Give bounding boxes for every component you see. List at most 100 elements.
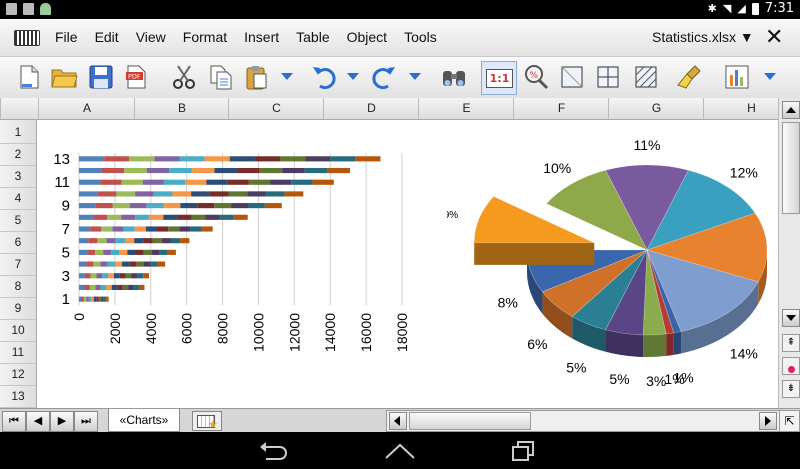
bar-segment	[219, 214, 234, 220]
browse-mode-icon[interactable]	[782, 357, 800, 375]
add-sheet-icon[interactable]: ★	[192, 411, 222, 431]
menu-edit[interactable]: Edit	[95, 29, 119, 45]
pie-data-label: 8%	[498, 295, 518, 311]
column-header-e[interactable]: E	[418, 98, 514, 119]
bar-segment	[129, 156, 155, 162]
scroll-thumb[interactable]	[782, 122, 800, 214]
paste-dropdown-icon[interactable]	[281, 73, 293, 80]
menu-insert[interactable]: Insert	[244, 29, 279, 45]
stacked-bar-chart[interactable]: 0 2000 4000 6000 8000 10000 12000 14000 16000 180…	[42, 145, 422, 375]
spreadsheet-area[interactable]: 0 2000 4000 6000 8000 10000 12000 14000 16000 180…	[37, 120, 787, 408]
row-header-11[interactable]: 11	[0, 341, 36, 364]
back-icon[interactable]	[258, 441, 290, 461]
bar-segment	[355, 156, 381, 162]
pie-chart[interactable]: 11%12%13%14%1%1%3%5%5%6%8%9%10%	[447, 135, 787, 390]
bar-segment	[149, 214, 164, 220]
border-grid-icon[interactable]	[594, 63, 622, 91]
bar-segment	[100, 179, 122, 185]
column-header-c[interactable]: C	[228, 98, 324, 119]
bar-segment	[145, 226, 157, 232]
bar-segment	[91, 296, 94, 302]
freeze-pane-icon[interactable]: ⇱	[779, 410, 800, 432]
horizontal-scroll-thumb[interactable]	[409, 412, 531, 430]
row-header-6[interactable]: 6	[0, 231, 36, 254]
menu-tools[interactable]: Tools	[404, 29, 437, 45]
row-header-1[interactable]: 1	[0, 121, 36, 144]
horizontal-scrollbar[interactable]	[386, 410, 780, 432]
first-sheet-button[interactable]: ⏮	[2, 411, 26, 432]
new-doc-icon[interactable]	[15, 63, 43, 91]
signal-icon: ◢	[737, 2, 746, 15]
last-sheet-button[interactable]: ⏭	[74, 411, 98, 432]
bar-segment	[143, 249, 152, 255]
x-tick-label: 6000	[179, 313, 195, 344]
undo-icon[interactable]	[310, 63, 338, 91]
bar-segment	[229, 156, 255, 162]
bar-segment	[136, 261, 144, 267]
bar-segment	[84, 273, 91, 279]
scroll-down-button[interactable]	[782, 309, 800, 327]
open-folder-icon[interactable]	[50, 63, 78, 91]
scroll-right-button[interactable]	[759, 412, 777, 430]
bar-segment	[214, 203, 232, 209]
vertical-scrollbar[interactable]: ⇞ ⇟	[778, 98, 800, 408]
fill-pattern-icon[interactable]	[632, 63, 660, 91]
menu-table[interactable]: Table	[296, 29, 329, 45]
row-header-2[interactable]: 2	[0, 143, 36, 166]
row-header-8[interactable]: 8	[0, 275, 36, 298]
bar-segment	[79, 261, 87, 267]
bar-segment	[95, 203, 113, 209]
row-header-10[interactable]: 10	[0, 319, 36, 342]
pie-data-label: 11%	[634, 137, 661, 153]
bar-segment	[106, 284, 112, 291]
prev-sheet-button[interactable]: ◀	[26, 411, 50, 432]
row-header-5[interactable]: 5	[0, 209, 36, 232]
row-header-7[interactable]: 7	[0, 253, 36, 276]
zoom-percent-icon[interactable]: %	[522, 63, 550, 91]
zoom-1-1-button[interactable]: 1:1	[481, 61, 517, 95]
menu-file[interactable]: File	[55, 29, 78, 45]
sheet-tab-charts[interactable]: «Charts»	[108, 409, 180, 432]
menu-object[interactable]: Object	[347, 29, 387, 45]
border-outer-icon[interactable]	[558, 63, 586, 91]
bar-segment	[190, 226, 202, 232]
row-header-4[interactable]: 4	[0, 187, 36, 210]
filename-dropdown[interactable]: Statistics.xlsx ▼	[652, 29, 754, 45]
chart-icon[interactable]	[723, 63, 751, 91]
column-header-b[interactable]: B	[134, 98, 229, 119]
redo-dropdown-icon[interactable]	[409, 73, 421, 80]
chart-dropdown-icon[interactable]	[764, 73, 776, 80]
bar-segment	[87, 249, 96, 255]
row-header-9[interactable]: 9	[0, 297, 36, 320]
page-up-icon[interactable]: ⇞	[782, 334, 800, 352]
format-brush-icon[interactable]	[676, 63, 704, 91]
row-header-3[interactable]: 3	[0, 165, 36, 188]
scroll-up-button[interactable]	[782, 101, 800, 119]
row-header-13[interactable]: 13	[0, 385, 36, 408]
redo-icon[interactable]	[370, 63, 398, 91]
recent-apps-icon[interactable]	[510, 440, 536, 462]
column-header-f[interactable]: F	[513, 98, 609, 119]
select-all-corner[interactable]	[0, 98, 36, 119]
scroll-left-button[interactable]	[389, 412, 407, 430]
undo-dropdown-icon[interactable]	[347, 73, 359, 80]
row-header-12[interactable]: 12	[0, 363, 36, 386]
pie-data-label: 10%	[543, 160, 571, 176]
column-header-a[interactable]: A	[38, 98, 135, 119]
page-down-icon[interactable]: ⇟	[782, 380, 800, 398]
bar-segment	[93, 296, 97, 302]
pdf-icon[interactable]: PDF	[122, 63, 150, 91]
paste-icon[interactable]	[243, 63, 271, 91]
find-icon[interactable]	[440, 63, 468, 91]
next-sheet-button[interactable]: ▶	[50, 411, 74, 432]
home-icon[interactable]	[384, 442, 416, 460]
save-icon[interactable]	[87, 63, 115, 91]
menu-view[interactable]: View	[136, 29, 166, 45]
keyboard-icon[interactable]	[14, 30, 40, 46]
column-header-d[interactable]: D	[323, 98, 419, 119]
copy-icon[interactable]	[207, 63, 235, 91]
close-button[interactable]: ✕	[765, 24, 783, 50]
column-header-g[interactable]: G	[608, 98, 704, 119]
cut-icon[interactable]	[170, 63, 198, 91]
menu-format[interactable]: Format	[183, 29, 227, 45]
